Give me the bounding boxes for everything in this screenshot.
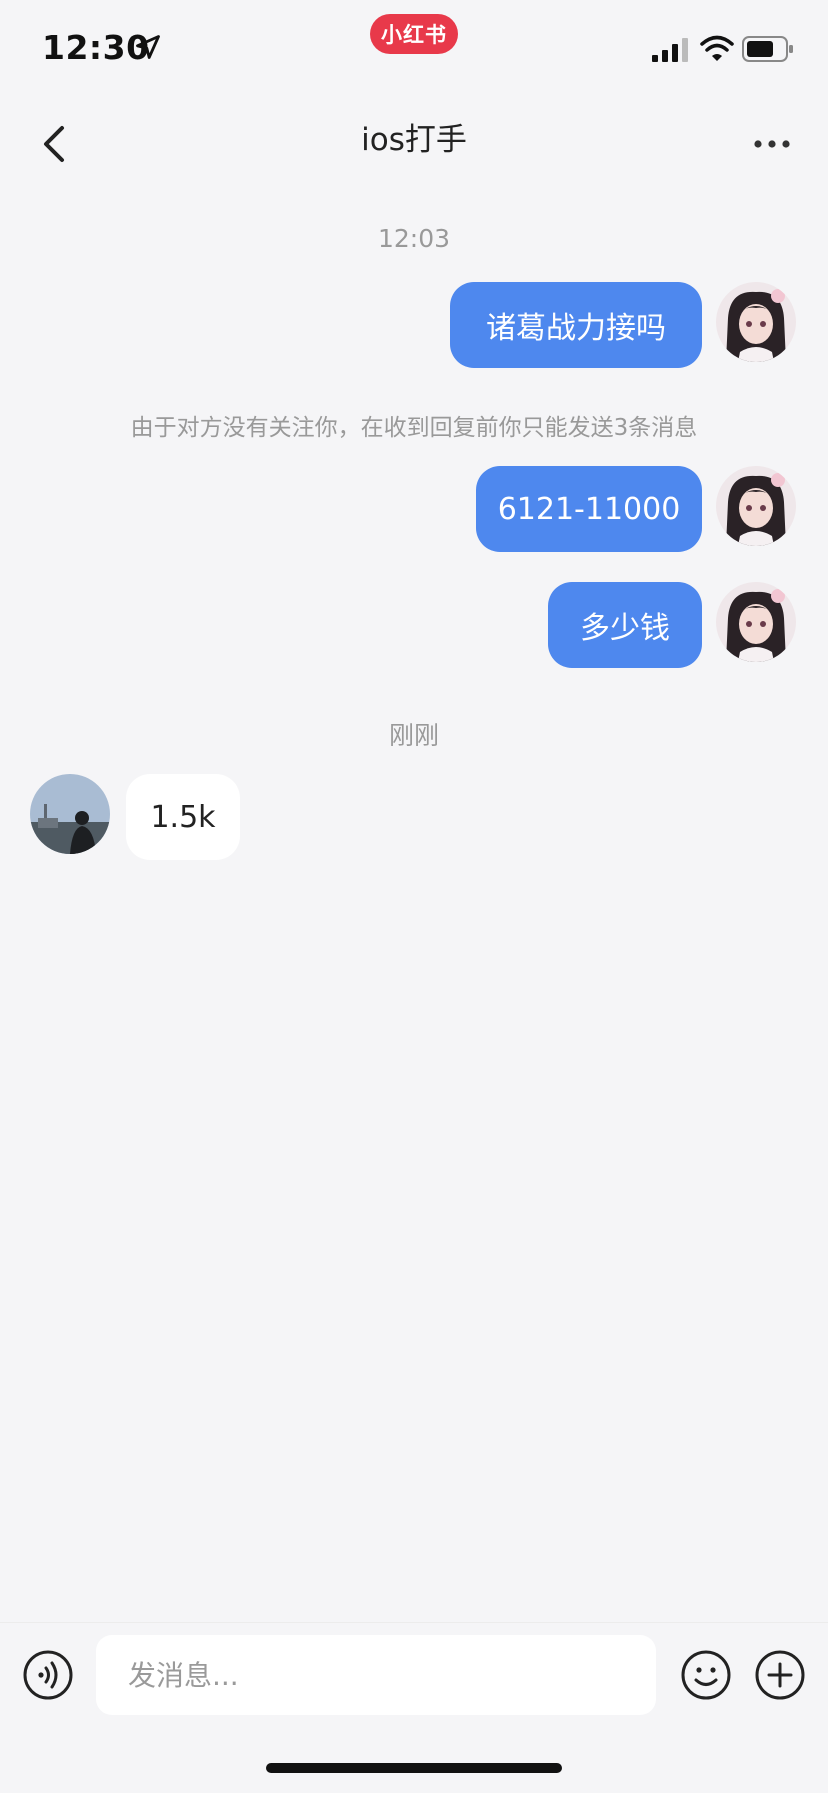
user-avatar-image xyxy=(716,466,796,546)
message-bubble-outgoing[interactable]: 多少钱 xyxy=(548,582,702,668)
message-bubble-outgoing[interactable]: 诸葛战力接吗 xyxy=(450,282,702,368)
location-arrow-icon xyxy=(136,35,160,59)
user-avatar-image xyxy=(716,582,796,662)
wifi-icon xyxy=(700,35,734,61)
contact-avatar-image xyxy=(30,774,110,854)
nav-bar: ios打手 xyxy=(0,100,828,186)
avatar[interactable] xyxy=(716,466,796,546)
more-button[interactable] xyxy=(740,112,804,176)
message-bubble-incoming[interactable]: 1.5k xyxy=(126,774,240,860)
user-avatar-image xyxy=(716,282,796,362)
timestamp: 12:03 xyxy=(377,224,451,253)
page-title: ios打手 xyxy=(361,122,467,158)
plus-circle-icon xyxy=(755,1650,805,1700)
plus-button[interactable] xyxy=(754,1649,806,1701)
message-input[interactable] xyxy=(96,1635,656,1715)
home-indicator xyxy=(266,1763,562,1773)
avatar[interactable] xyxy=(716,582,796,662)
more-dots-icon xyxy=(754,140,790,148)
avatar[interactable] xyxy=(716,282,796,362)
timestamp: 刚刚 xyxy=(388,721,439,750)
status-bar: 12:30 小红书 xyxy=(0,0,828,100)
app-badge: 小红书 xyxy=(370,14,458,54)
emoji-button[interactable] xyxy=(680,1649,732,1701)
voice-button[interactable] xyxy=(22,1649,74,1701)
follow-notice: 由于对方没有关注你，在收到回复前你只能发送3条消息 xyxy=(130,415,698,441)
battery-icon xyxy=(742,36,793,62)
emoji-icon xyxy=(681,1650,731,1700)
voice-icon xyxy=(23,1650,73,1700)
avatar[interactable] xyxy=(30,774,110,854)
signal-icon xyxy=(652,38,688,62)
message-bubble-outgoing[interactable]: 6121-11000 xyxy=(476,466,702,552)
